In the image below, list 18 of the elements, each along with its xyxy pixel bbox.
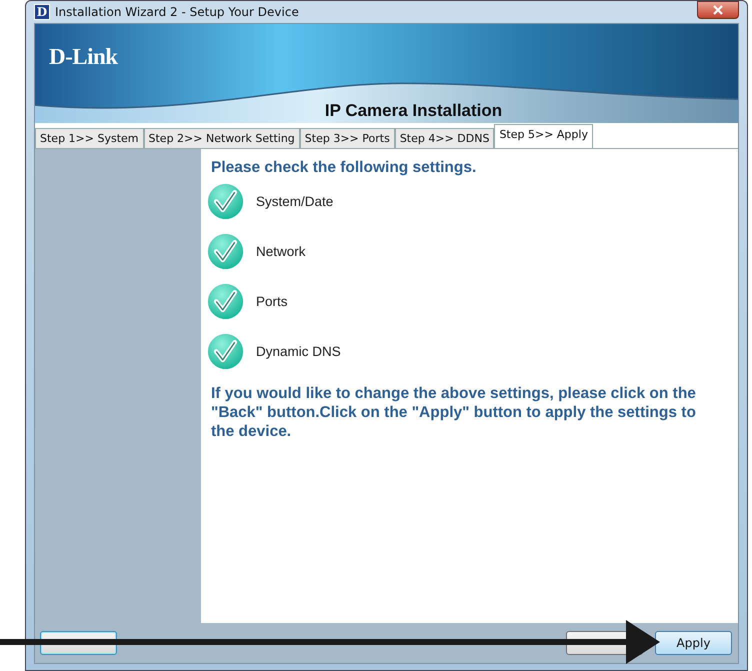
apply-button[interactable]: Apply [655, 631, 732, 655]
heading: Please check the following settings. [211, 159, 478, 177]
window-title: Installation Wizard 2 - Setup Your Device [55, 5, 300, 19]
step-tab[interactable]: Step 3>> Ports [300, 128, 395, 148]
setting-label: Ports [256, 294, 288, 309]
setting-label: Dynamic DNS [256, 344, 341, 359]
close-button[interactable] [697, 1, 739, 19]
step-tab[interactable]: Step 4>> DDNS [394, 128, 494, 148]
setting-label: Network [256, 244, 306, 259]
instruction-text: If you would like to change the above settings, please click on the "Back" button.Click on the "Apply" button to apply the settings to the device. [211, 384, 697, 441]
step-tab[interactable]: Step 5>> Apply [494, 124, 593, 148]
step-tab[interactable]: Step 1>> System [35, 128, 144, 148]
app-icon: D [34, 4, 50, 20]
close-icon [712, 5, 724, 15]
step-tab[interactable]: Step 2>> Network Setting [144, 128, 300, 148]
setting-label: System/Date [256, 194, 334, 209]
banner-title: IP Camera Installation [324, 101, 502, 121]
brand-logo: D-Link [49, 44, 118, 70]
